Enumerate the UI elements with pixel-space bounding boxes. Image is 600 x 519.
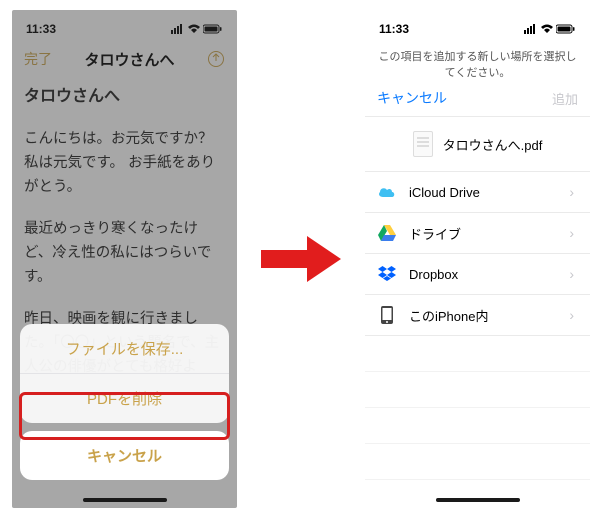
location-google-drive[interactable]: ドライブ › — [365, 213, 590, 254]
list-separator — [365, 408, 590, 444]
action-sheet: ファイルを保存... PDFを削除 キャンセル — [20, 324, 229, 480]
done-button[interactable]: 完了 — [24, 49, 52, 69]
action-sheet-group: ファイルを保存... PDFを削除 — [20, 324, 229, 423]
save-to-files-button[interactable]: ファイルを保存... — [20, 324, 229, 373]
google-drive-icon — [377, 223, 397, 243]
status-time: 11:33 — [379, 22, 409, 36]
file-name: タロウさんへ.pdf — [443, 135, 543, 154]
list-separator — [365, 444, 590, 480]
status-bar: 11:33 — [12, 10, 237, 42]
location-list: iCloud Drive › ドライブ › Dropbox › — [365, 172, 590, 336]
status-time: 11:33 — [26, 22, 56, 36]
location-label: Dropbox — [409, 267, 458, 282]
note-paragraph: こんにちは。お元気ですか？私は元気です。 お手紙をありがとう。 — [24, 128, 225, 200]
cancel-button[interactable]: キャンセル — [377, 88, 447, 108]
list-separator — [365, 372, 590, 408]
file-picker-nav: この項目を追加する新しい場所を選択してください。 キャンセル 追加 — [365, 42, 590, 117]
status-icons — [524, 24, 576, 34]
location-on-my-iphone[interactable]: このiPhone内 › — [365, 295, 590, 336]
home-indicator — [83, 498, 167, 502]
add-button-disabled: 追加 — [552, 89, 578, 108]
file-row: タロウさんへ.pdf — [365, 117, 590, 172]
delete-pdf-button[interactable]: PDFを削除 — [20, 373, 229, 423]
iphone-icon — [377, 305, 397, 325]
share-icon[interactable] — [207, 50, 225, 68]
status-icons — [171, 24, 223, 34]
dropbox-icon — [377, 264, 397, 284]
status-bar: 11:33 — [365, 10, 590, 42]
home-indicator — [436, 498, 520, 502]
location-dropbox[interactable]: Dropbox › — [365, 254, 590, 295]
cancel-button[interactable]: キャンセル — [20, 431, 229, 480]
pdf-file-icon — [413, 131, 433, 157]
chevron-right-icon: › — [569, 266, 574, 282]
location-label: iCloud Drive — [409, 185, 480, 200]
note-headline: タロウさんへ — [24, 84, 225, 110]
phone-right-files: 11:33 この項目を追加する新しい場所を選択してください。 キャンセル 追加 … — [365, 10, 590, 508]
chevron-right-icon: › — [569, 184, 574, 200]
icloud-icon — [377, 182, 397, 202]
location-label: このiPhone内 — [409, 306, 488, 325]
location-icloud-drive[interactable]: iCloud Drive › — [365, 172, 590, 213]
chevron-right-icon: › — [569, 225, 574, 241]
note-paragraph: 最近めっきり寒くなったけど、冷え性の私にはつらいです。 — [24, 218, 225, 290]
location-label: ドライブ — [409, 224, 461, 243]
notes-nav: 完了 タロウさんへ — [12, 42, 237, 76]
chevron-right-icon: › — [569, 307, 574, 323]
picker-prompt: この項目を追加する新しい場所を選択してください。 — [377, 48, 578, 80]
list-separator — [365, 336, 590, 372]
note-title: タロウさんへ — [84, 49, 174, 70]
phone-left-notes: 11:33 完了 タロウさんへ タロウさんへ こんにちは。お元気ですか？私は元気… — [12, 10, 237, 508]
list-separator — [365, 480, 590, 508]
arrow-icon — [257, 232, 345, 286]
